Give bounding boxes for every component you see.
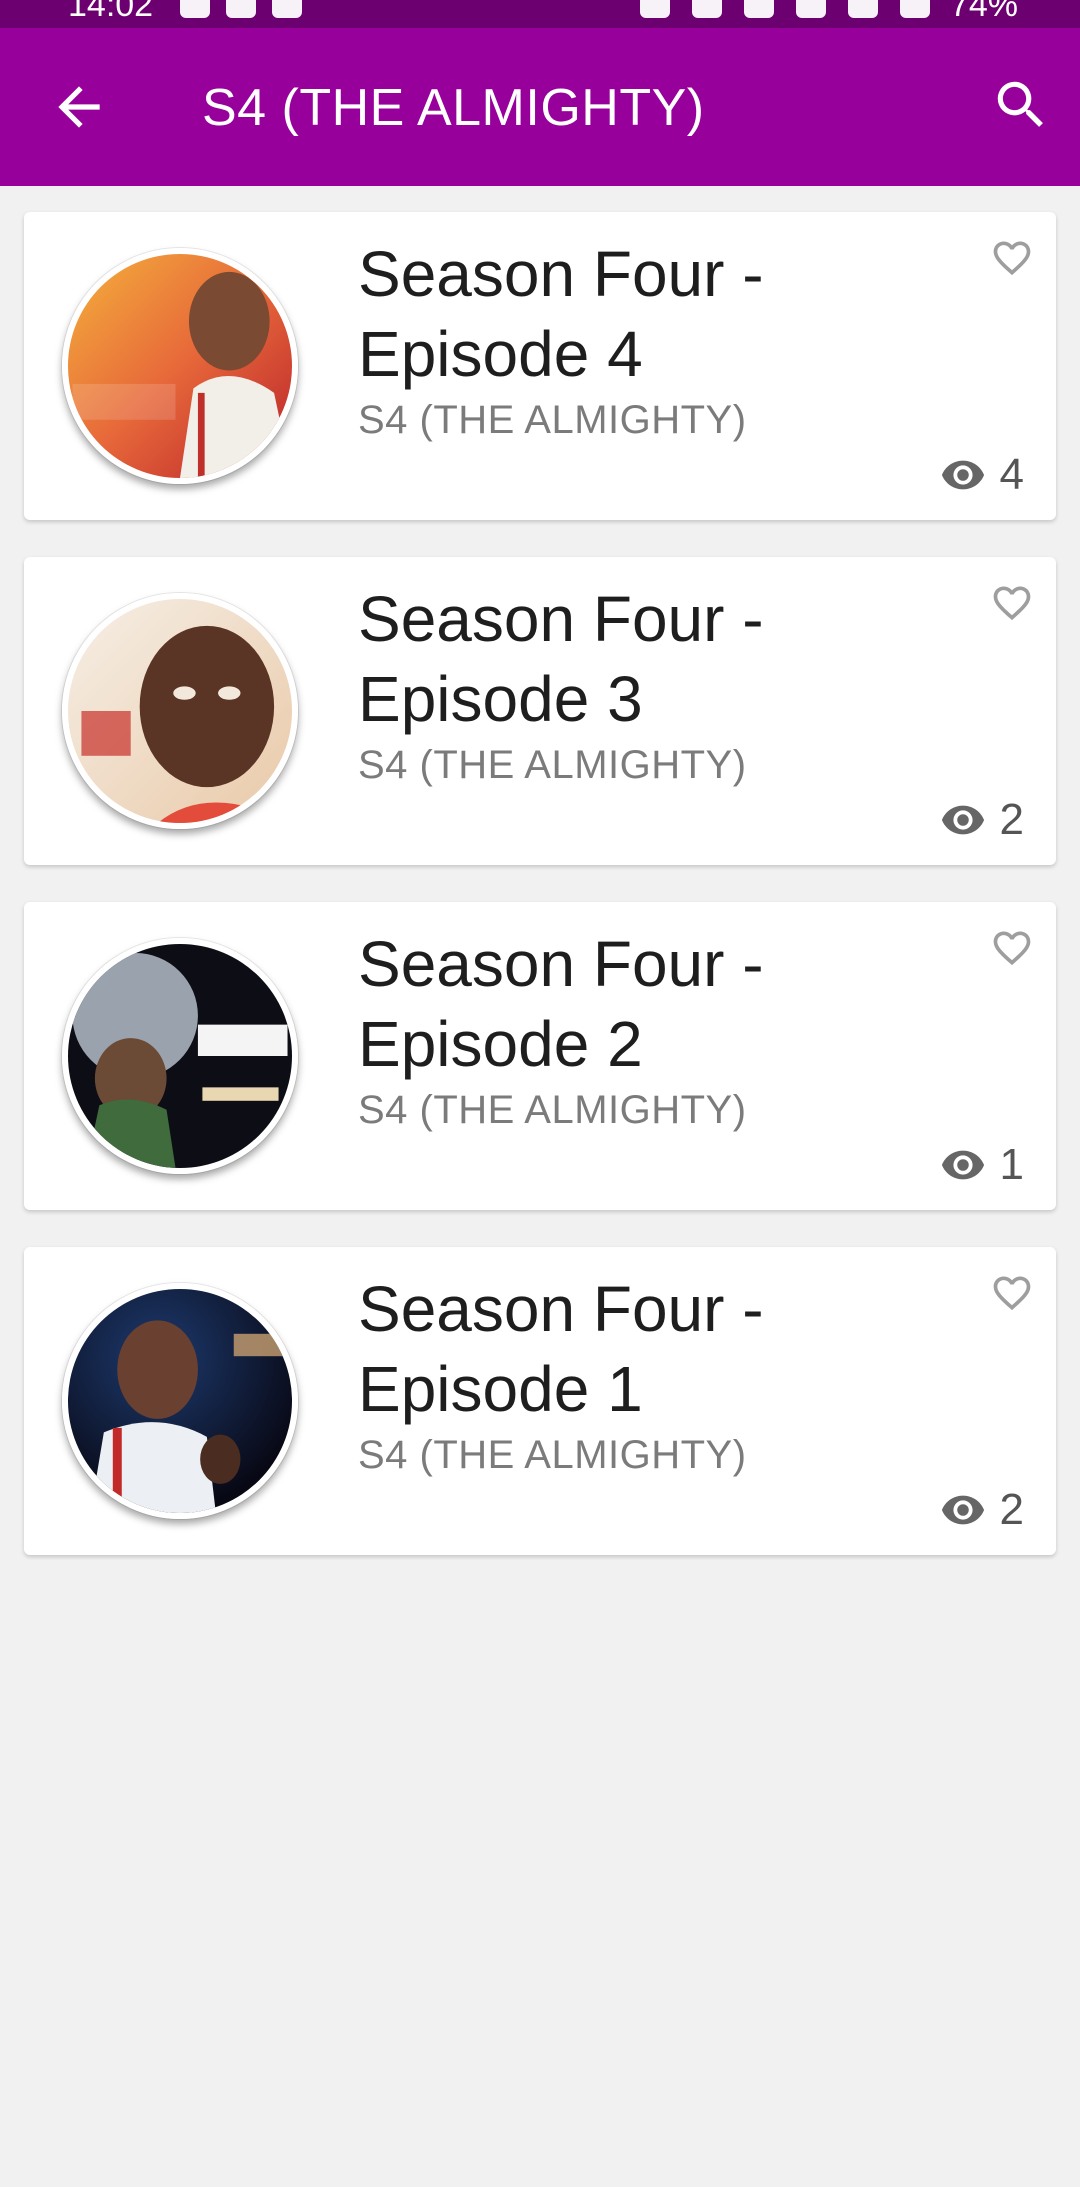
location-icon [272, 0, 302, 18]
view-count-value: 1 [999, 1140, 1024, 1189]
notification-icon [180, 0, 210, 18]
episode-card[interactable]: Season Four - Episode 2 S4 (THE ALMIGHTY… [24, 902, 1056, 1210]
eye-icon [941, 1495, 984, 1525]
thumbnail-image [68, 599, 292, 823]
heart-outline-icon [993, 586, 1031, 621]
episode-thumbnail [62, 248, 298, 484]
view-count-value: 2 [999, 795, 1024, 844]
favorite-button[interactable] [990, 926, 1034, 970]
episode-card[interactable]: Season Four - Episode 1 S4 (THE ALMIGHTY… [24, 1247, 1056, 1555]
battery-level: 74% [949, 0, 1018, 24]
thumbnail-image [68, 254, 292, 478]
view-count-value: 2 [999, 1485, 1024, 1534]
status-time: 14:02 [68, 0, 154, 24]
episode-list: Season Four - Episode 4 S4 (THE ALMIGHTY… [24, 212, 1056, 1592]
favorite-button[interactable] [990, 581, 1034, 625]
episode-subtitle: S4 (THE ALMIGHTY) [358, 1433, 747, 1477]
episode-thumbnail [62, 938, 298, 1174]
gallery-icon [226, 0, 256, 18]
view-count-value: 4 [999, 450, 1024, 499]
episode-subtitle: S4 (THE ALMIGHTY) [358, 1088, 747, 1132]
key-icon [640, 0, 670, 18]
back-button[interactable] [48, 76, 110, 138]
view-count: 4 [940, 450, 1024, 500]
episode-title: Season Four - Episode 2 [358, 928, 764, 1080]
episode-subtitle: S4 (THE ALMIGHTY) [358, 398, 747, 442]
signal-icon [848, 0, 878, 18]
view-count: 1 [940, 1140, 1024, 1190]
favorite-button[interactable] [990, 1271, 1034, 1315]
episode-thumbnail [62, 593, 298, 829]
search-icon [997, 81, 1043, 127]
eye-icon [941, 460, 984, 490]
search-button[interactable] [990, 74, 1052, 136]
arrow-back-icon [58, 86, 100, 128]
heart-outline-icon [993, 241, 1031, 276]
status-bar: 14:02 74% [0, 0, 1080, 28]
episode-title: Season Four - Episode 4 [358, 238, 764, 390]
view-count: 2 [940, 1485, 1024, 1535]
episode-card[interactable]: Season Four - Episode 4 S4 (THE ALMIGHTY… [24, 212, 1056, 520]
data-icon [796, 0, 826, 18]
episode-subtitle: S4 (THE ALMIGHTY) [358, 743, 747, 787]
eye-icon [941, 805, 984, 835]
episode-title: Season Four - Episode 1 [358, 1273, 764, 1425]
signal-icon-2 [900, 0, 930, 18]
thumbnail-image [68, 1289, 292, 1513]
system-icons [640, 0, 930, 18]
app-bar: S4 (THE ALMIGHTY) [0, 28, 1080, 186]
eye-icon [941, 1150, 984, 1180]
notification-icons [180, 0, 302, 18]
heart-outline-icon [993, 1276, 1031, 1311]
heart-outline-icon [993, 931, 1031, 966]
episode-title: Season Four - Episode 3 [358, 583, 764, 735]
favorite-button[interactable] [990, 236, 1034, 280]
hotspot-icon [744, 0, 774, 18]
view-count: 2 [940, 795, 1024, 845]
mute-icon [692, 0, 722, 18]
episode-card[interactable]: Season Four - Episode 3 S4 (THE ALMIGHTY… [24, 557, 1056, 865]
episode-thumbnail [62, 1283, 298, 1519]
thumbnail-image [68, 944, 292, 1168]
page-title: S4 (THE ALMIGHTY) [202, 79, 705, 137]
